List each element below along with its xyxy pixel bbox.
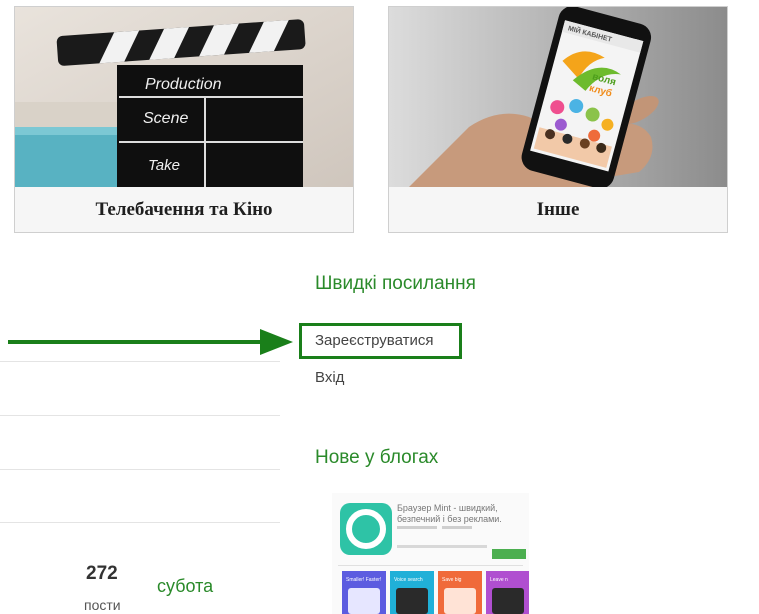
posts-count: 272 bbox=[86, 563, 118, 584]
day-link[interactable]: субота bbox=[157, 576, 213, 597]
register-link[interactable]: Зареєструватися bbox=[315, 332, 433, 349]
card-title-tv-cinema[interactable]: Телебачення та Кіно bbox=[15, 187, 353, 232]
quick-links-heading: Швидкі посилання bbox=[315, 273, 476, 294]
phone-in-hand-image[interactable]: МІЙ КАБІНЕТ воля клуб bbox=[389, 7, 727, 187]
pointer-arrow-icon bbox=[8, 329, 293, 355]
category-card-other[interactable]: МІЙ КАБІНЕТ воля клуб Інше bbox=[388, 6, 728, 233]
blog-thumb-title-2: безпечний і без реклами. bbox=[397, 514, 502, 524]
blog-post-thumbnail[interactable]: Браузер Mint - швидкий, безпечний і без … bbox=[332, 493, 529, 614]
login-link[interactable]: Вхід bbox=[315, 369, 344, 386]
clapper-text-production: Production bbox=[145, 76, 222, 93]
card-title-other[interactable]: Інше bbox=[389, 187, 727, 232]
category-card-tv-cinema[interactable]: Production Scene Take Телебачення та Кін… bbox=[14, 6, 354, 233]
blog-thumb-title-1: Браузер Mint - швидкий, bbox=[397, 503, 498, 513]
posts-label: пости bbox=[84, 597, 121, 613]
clapper-text-take: Take bbox=[148, 157, 180, 174]
clapper-text-scene: Scene bbox=[143, 110, 188, 127]
new-in-blogs-heading: Нове у блогах bbox=[315, 447, 439, 468]
list-divider bbox=[0, 415, 280, 416]
list-divider bbox=[0, 469, 280, 470]
list-divider bbox=[0, 361, 280, 362]
blog-thumb-tile-3: Save big bbox=[442, 577, 462, 583]
blog-thumb-tile-1: Smaller! Faster! bbox=[346, 577, 381, 583]
clapperboard-image[interactable]: Production Scene Take bbox=[15, 7, 353, 187]
blog-thumb-tile-4: Leave n bbox=[490, 577, 508, 583]
blog-thumb-tile-2: Voice search bbox=[394, 577, 423, 583]
list-divider bbox=[0, 522, 280, 523]
